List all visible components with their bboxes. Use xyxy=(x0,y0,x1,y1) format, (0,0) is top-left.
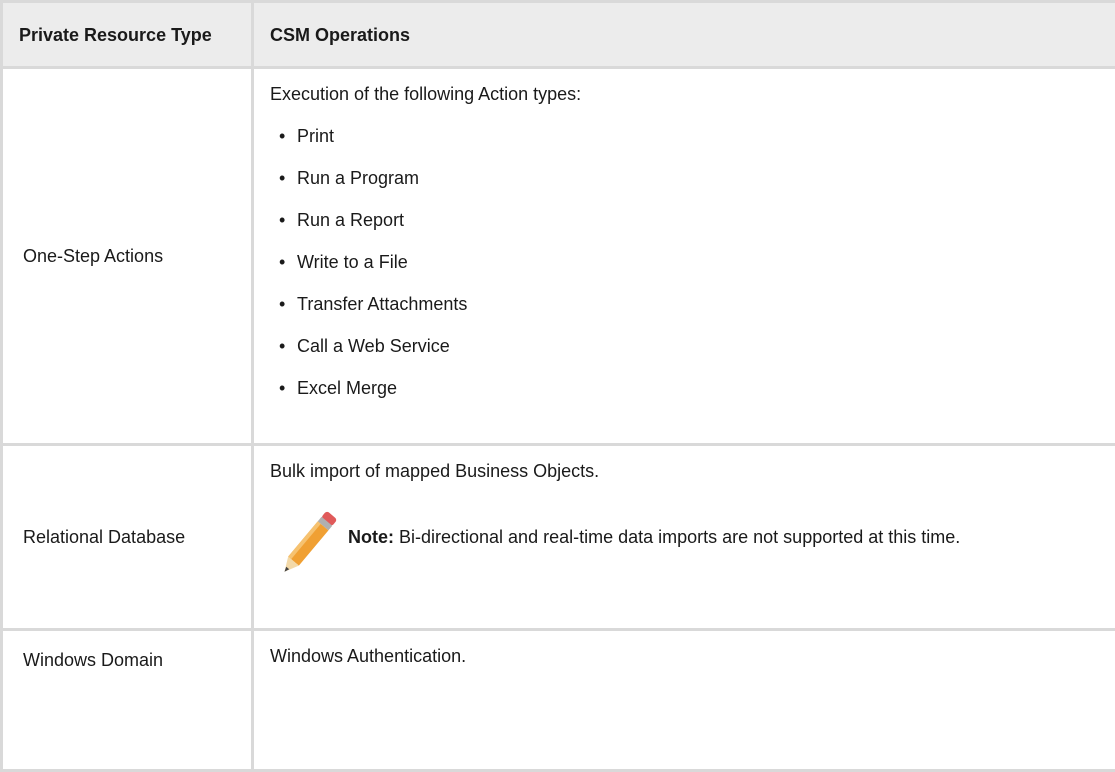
list-item: • Run a Report xyxy=(270,209,1099,231)
list-item-label: Transfer Attachments xyxy=(297,294,467,314)
note-body: Bi-directional and real-time data import… xyxy=(394,527,960,547)
list-item: • Write to a File xyxy=(270,251,1099,273)
list-item: • Run a Program xyxy=(270,167,1099,189)
table-row: Relational Database Bulk import of mappe… xyxy=(2,445,1115,630)
operations-cell: Execution of the following Action types:… xyxy=(253,68,1115,445)
list-item-label: Write to a File xyxy=(297,252,408,272)
pencil-icon xyxy=(276,504,338,586)
table-row: One-Step Actions Execution of the follow… xyxy=(2,68,1115,445)
list-item: • Call a Web Service xyxy=(270,335,1099,357)
list-item-label: Run a Program xyxy=(297,168,419,188)
note-callout: Note: Bi-directional and real-time data … xyxy=(270,512,1099,586)
operations-intro: Bulk import of mapped Business Objects. xyxy=(270,460,1099,482)
list-item-label: Run a Report xyxy=(297,210,404,230)
list-item-label: Print xyxy=(297,126,334,146)
bullet-icon: • xyxy=(279,251,285,273)
operations-intro: Windows Authentication. xyxy=(270,645,1099,667)
note-label: Note: xyxy=(348,527,394,547)
list-item: • Print xyxy=(270,125,1099,147)
resource-type-cell: Relational Database xyxy=(2,445,253,630)
resource-type-cell: Windows Domain xyxy=(2,630,253,771)
list-item-label: Call a Web Service xyxy=(297,336,450,356)
header-csm-operations: CSM Operations xyxy=(253,2,1115,68)
bullet-icon: • xyxy=(279,167,285,189)
action-type-list: • Print • Run a Program • Run a Report • Wri… xyxy=(270,125,1099,399)
bullet-icon: • xyxy=(279,377,285,399)
note-text: Note: Bi-directional and real-time data … xyxy=(348,526,960,548)
bullet-icon: • xyxy=(279,125,285,147)
table-header-row: Private Resource Type CSM Operations xyxy=(2,2,1115,68)
list-item: • Excel Merge xyxy=(270,377,1099,399)
header-private-resource-type: Private Resource Type xyxy=(2,2,253,68)
operations-cell: Bulk import of mapped Business Objects. … xyxy=(253,445,1115,630)
private-resource-table: Private Resource Type CSM Operations One… xyxy=(0,0,1115,772)
resource-type-cell: One-Step Actions xyxy=(2,68,253,445)
list-item-label: Excel Merge xyxy=(297,378,397,398)
bullet-icon: • xyxy=(279,209,285,231)
operations-intro: Execution of the following Action types: xyxy=(270,83,1099,105)
bullet-icon: • xyxy=(279,293,285,315)
bullet-icon: • xyxy=(279,335,285,357)
table-row: Windows Domain Windows Authentication. xyxy=(2,630,1115,771)
list-item: • Transfer Attachments xyxy=(270,293,1099,315)
operations-cell: Windows Authentication. xyxy=(253,630,1115,771)
